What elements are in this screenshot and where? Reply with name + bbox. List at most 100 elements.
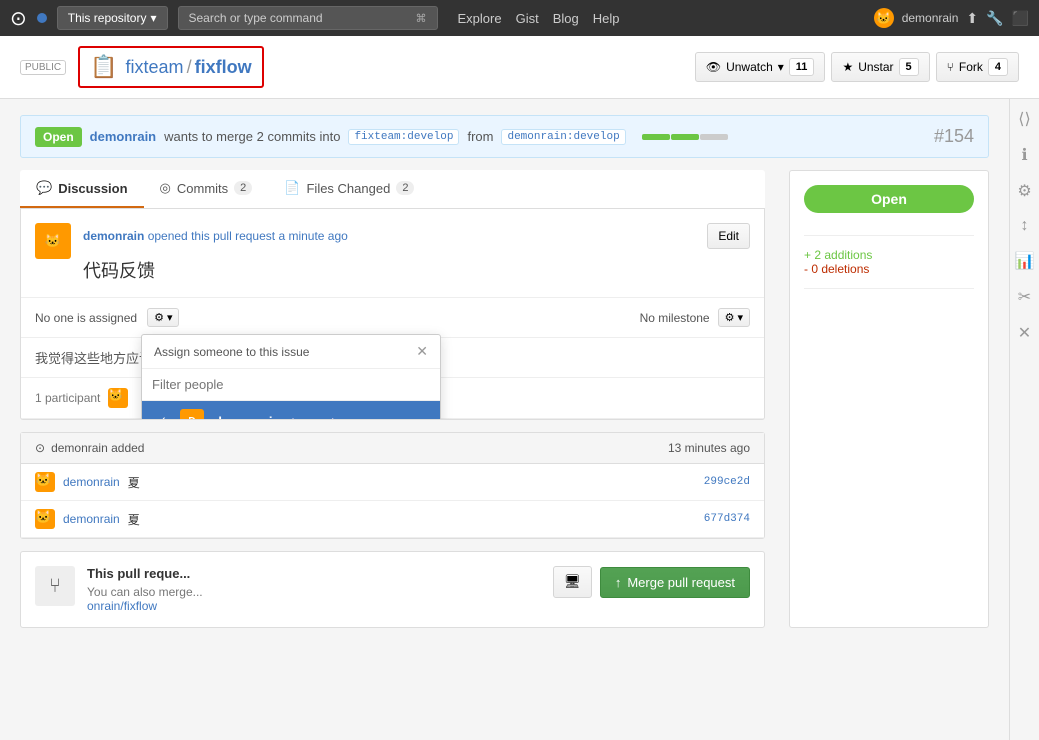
commits-header: ⊙ demonrain added 13 minutes ago — [21, 433, 764, 464]
pr-title: 代码反馈 — [83, 257, 750, 283]
pr-meta-bar: Open demonrain wants to merge 2 commits … — [20, 115, 989, 158]
assignee-section: No one is assigned ⚙ ▾ Assign someone to… — [21, 298, 764, 338]
repo-name[interactable]: fixflow — [195, 57, 252, 77]
assign-dropdown-close-button[interactable]: ✕ — [416, 343, 428, 360]
discussion-icon: 💬 — [36, 180, 52, 196]
assign-dropdown: Assign someone to this issue ✕ ✓ D demon… — [141, 334, 441, 420]
info-icon[interactable]: ℹ — [1021, 145, 1027, 165]
fork-count: 4 — [988, 58, 1008, 76]
pr-deletions: - 0 deletions — [804, 262, 974, 276]
assign-filter-input[interactable] — [142, 369, 440, 401]
unwatch-button[interactable]: 👁 Unwatch ▾ 11 — [695, 52, 826, 82]
fork-icon: ⑂ — [947, 60, 954, 74]
pr-status-badge: Open — [804, 185, 974, 213]
repo-scope-button[interactable]: This repository ▾ — [57, 6, 168, 30]
close-sidebar-icon[interactable]: ✕ — [1018, 323, 1031, 343]
tab-commits-label: Commits — [177, 181, 228, 196]
commits-area: ⊙ demonrain added 13 minutes ago 🐱 demon… — [20, 432, 765, 539]
merge-area: ⑂ This pull reque... You can also merge.… — [20, 551, 765, 628]
navbar: ⊙ This repository ▾ Search or type comma… — [0, 0, 1039, 36]
navbar-right: 🐱 demonrain ⬆ 🔧 ⬛ — [874, 8, 1029, 28]
pr-main-col: 💬 Discussion ◎ Commits 2 📄 Files Changed… — [20, 170, 765, 628]
progress-segment-gray — [700, 134, 728, 140]
assignee-gear-button[interactable]: ⚙ ▾ — [147, 308, 179, 327]
star-icon: ★ — [842, 60, 853, 74]
eye-icon: 👁 — [706, 60, 721, 74]
tab-commits[interactable]: ◎ Commits 2 — [144, 170, 269, 208]
merge-btn-area: 🖥 ↑ Merge pull request — [553, 566, 750, 598]
pr-source-branch[interactable]: demonrain:develop — [501, 129, 625, 145]
pr-target-branch[interactable]: fixteam:develop — [348, 129, 459, 145]
tab-discussion[interactable]: 💬 Discussion — [20, 170, 144, 208]
merge-display-button[interactable]: 🖥 — [553, 566, 592, 598]
commits-time: 13 minutes ago — [668, 441, 750, 455]
sign-out-icon[interactable]: ⬛ — [1012, 10, 1029, 27]
comment-opened-text: opened this pull request a minute ago — [148, 229, 348, 243]
chevron-down-icon: ▾ — [167, 311, 173, 324]
repo-title-area: 📋 fixteam/fixflow — [78, 46, 263, 88]
unwatch-count: 11 — [789, 58, 815, 76]
unstar-button[interactable]: ★ Unstar 5 — [831, 52, 929, 82]
gist-link[interactable]: Gist — [516, 11, 539, 26]
merge-pull-request-button[interactable]: ↑ Merge pull request — [600, 567, 750, 598]
upload-icon[interactable]: ⬆ — [966, 10, 978, 27]
explore-link[interactable]: Explore — [458, 11, 502, 26]
fork-button[interactable]: ⑂ Fork 4 — [936, 52, 1019, 82]
merge-title: This pull reque... — [87, 566, 541, 581]
pr-stats-section: + 2 additions - 0 deletions — [804, 248, 974, 289]
chart-icon[interactable]: 📊 — [1015, 251, 1035, 271]
no-milestone-label: No milestone — [640, 311, 710, 325]
navbar-links: Explore Gist Blog Help — [458, 11, 620, 26]
unstar-count: 5 — [899, 58, 919, 76]
user-avatar[interactable]: 🐱 — [874, 8, 894, 28]
chevron-icon: ▾ — [778, 60, 784, 74]
assign-person-demonrain[interactable]: ✓ D demonrain demonrain — [142, 401, 440, 420]
pr-right-panel: Open + 2 additions - 0 deletions — [789, 170, 989, 628]
code-icon[interactable]: ⟨⟩ — [1018, 109, 1030, 129]
no-assignee-label: No one is assigned — [35, 311, 137, 325]
merge-btn-label: Merge pull request — [627, 575, 735, 590]
progress-segment-green2 — [671, 134, 699, 140]
username-label: demonrain — [902, 11, 959, 25]
content-area: Open demonrain wants to merge 2 commits … — [0, 99, 1009, 740]
github-logo-icon: ⊙ — [10, 6, 27, 31]
gear-settings-icon[interactable]: ⚙ — [1017, 181, 1031, 201]
search-shortcut-icon: ⌘ — [416, 12, 427, 25]
main-container: Open demonrain wants to merge 2 commits … — [0, 99, 1039, 740]
blog-link[interactable]: Blog — [553, 11, 579, 26]
pr-author: demonrain — [90, 129, 156, 144]
pr-comment-body: 🐱 demonrain opened this pull request a m… — [35, 223, 750, 283]
comment-author-avatar: 🐱 — [35, 223, 71, 259]
search-input[interactable]: Search or type command ⌘ — [178, 6, 438, 30]
wrench-icon[interactable]: 🔧 — [986, 10, 1003, 27]
pr-comment: 🐱 demonrain opened this pull request a m… — [21, 209, 764, 298]
merge-subtitle: You can also merge... — [87, 585, 541, 599]
comment-author-name[interactable]: demonrain — [83, 229, 144, 243]
tab-files-changed[interactable]: 📄 Files Changed 2 — [268, 170, 430, 208]
commit-avatar-1: 🐱 — [35, 509, 55, 529]
commit-message-1: 夏 — [128, 511, 696, 528]
commits-author: demonrain added — [51, 441, 144, 455]
milestone-gear-button[interactable]: ⚙ ▾ — [718, 308, 750, 327]
milestone-chevron-icon: ▾ — [737, 311, 743, 324]
commit-hash-0[interactable]: 299ce2d — [704, 476, 750, 488]
tab-discussion-label: Discussion — [58, 181, 127, 196]
right-sidebar: ⟨⟩ ℹ ⚙ ↕ 📊 ✂ ✕ — [1009, 99, 1039, 740]
pr-tabs: 💬 Discussion ◎ Commits 2 📄 Files Changed… — [20, 170, 765, 209]
assign-avatar-demonrain: D — [180, 409, 204, 420]
edit-button[interactable]: Edit — [707, 223, 750, 249]
participants-label: 1 participant — [35, 391, 100, 405]
pr-number: #154 — [934, 126, 974, 147]
scissors-icon[interactable]: ✂ — [1018, 287, 1031, 307]
expand-icon[interactable]: ↕ — [1021, 217, 1029, 235]
commit-avatar-0: 🐱 — [35, 472, 55, 492]
help-link[interactable]: Help — [593, 11, 620, 26]
repo-owner[interactable]: fixteam — [126, 57, 184, 77]
repo-icon: 📋 — [90, 54, 117, 80]
commit-author-1: demonrain — [63, 512, 120, 526]
two-col-layout: 💬 Discussion ◎ Commits 2 📄 Files Changed… — [20, 170, 989, 628]
table-row: 🐱 demonrain 夏 677d374 — [21, 501, 764, 538]
search-placeholder: Search or type command — [189, 11, 323, 25]
commit-author-0: demonrain — [63, 475, 120, 489]
commit-hash-1[interactable]: 677d374 — [704, 513, 750, 525]
